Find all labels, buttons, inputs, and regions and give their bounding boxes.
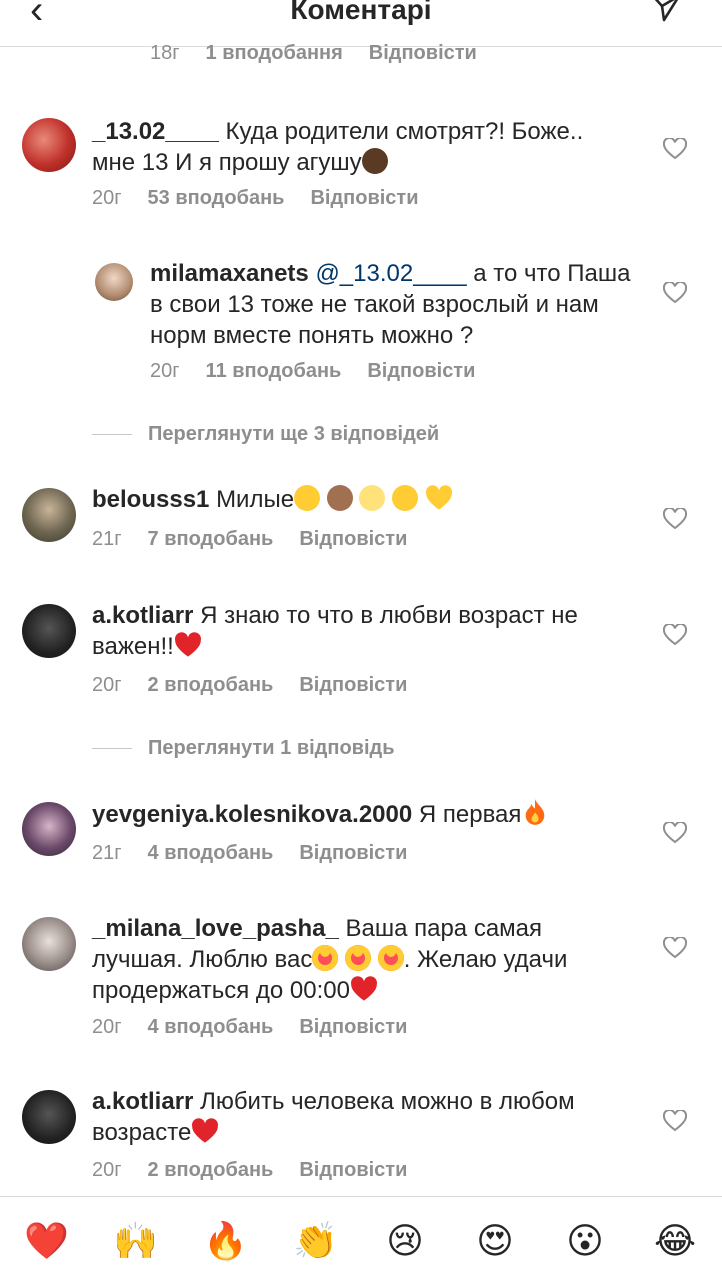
mention-link[interactable]: @_13.02____ <box>315 260 466 287</box>
page-title: Коментарі <box>290 0 432 25</box>
comment-username[interactable]: milamaxanets <box>150 260 309 287</box>
comment-meta: 18г 1 вподобання Відповісти <box>150 42 503 65</box>
comment-text: Я первая <box>418 801 522 828</box>
comment-username[interactable]: yevgeniya.kolesnikova.2000 <box>92 801 412 828</box>
avatar[interactable] <box>22 802 76 856</box>
avatar[interactable] <box>22 118 76 172</box>
yellow-heart-emoji-icon <box>425 485 452 510</box>
avatar[interactable] <box>22 917 76 971</box>
like-heart-icon[interactable] <box>663 508 687 530</box>
like-heart-icon[interactable] <box>663 1110 687 1132</box>
comment-time: 20г <box>92 1016 122 1038</box>
comment-username[interactable]: a.kotliarr <box>92 602 193 629</box>
reply-button[interactable]: Відповісти <box>299 528 407 550</box>
comment-meta: 21г 7 вподобань Відповісти <box>92 528 433 551</box>
reply-button[interactable]: Відповісти <box>299 1159 407 1181</box>
comment-time: 21г <box>92 528 122 550</box>
reaction-clap-icon[interactable]: 👏 <box>293 1219 338 1263</box>
comment-time: 20г <box>92 674 122 696</box>
view-more-replies-button[interactable]: Переглянути ще 3 відповідей <box>92 423 439 446</box>
reaction-laughing-icon[interactable]: 😂 <box>653 1219 697 1263</box>
comment-time: 18г <box>150 42 180 64</box>
like-heart-icon[interactable] <box>663 138 687 160</box>
send-icon[interactable] <box>650 0 682 24</box>
comment-meta: 20г 2 вподобань Відповісти <box>92 674 433 697</box>
divider-line <box>92 748 132 750</box>
comment-username[interactable]: _13.02____ <box>92 118 219 145</box>
reply-button[interactable]: Відповісти <box>369 42 477 64</box>
see-no-evil-monkey-emoji-icon <box>326 485 353 511</box>
comment-username[interactable]: _milana_love_pasha_ <box>92 915 339 942</box>
avatar[interactable] <box>95 263 133 301</box>
comment-time: 20г <box>150 360 180 382</box>
view-more-replies-button[interactable]: Переглянути 1 відповідь <box>92 737 395 760</box>
sloth-emoji-icon <box>361 148 388 174</box>
red-heart-emoji-icon <box>174 632 201 657</box>
reply-button[interactable]: Відповісти <box>299 674 407 696</box>
blushing-face-emoji-icon <box>359 485 386 511</box>
view-replies-label: Переглянути 1 відповідь <box>148 737 395 759</box>
like-heart-icon[interactable] <box>663 822 687 844</box>
avatar[interactable] <box>22 604 76 658</box>
reaction-surprised-icon[interactable]: 😮 <box>563 1219 607 1263</box>
comment-meta: 21г 4 вподобань Відповісти <box>92 842 433 865</box>
reply-button[interactable]: Відповісти <box>310 187 418 209</box>
like-heart-icon[interactable] <box>663 624 687 646</box>
comment-time: 21г <box>92 842 122 864</box>
quick-reactions-bar: ❤️ 🙌 🔥 👏 😢 😍 😮 😂 <box>0 1196 722 1281</box>
reply-button[interactable]: Відповісти <box>299 842 407 864</box>
comment-username[interactable]: belousss1 <box>92 486 209 513</box>
red-heart-emoji-icon <box>350 976 377 1001</box>
like-heart-icon[interactable] <box>663 937 687 959</box>
reaction-heart-eyes-icon[interactable]: 😍 <box>473 1219 517 1263</box>
comment-text: Милые <box>216 486 295 513</box>
halo-smile-emoji-icon <box>294 485 321 511</box>
comment-meta: 20г 11 вподобань Відповісти <box>150 360 501 383</box>
likes-count[interactable]: 2 вподобань <box>148 1159 274 1181</box>
avatar[interactable] <box>22 1090 76 1144</box>
comment-time: 20г <box>92 1159 122 1181</box>
avatar[interactable] <box>22 488 76 542</box>
reply-button[interactable]: Відповісти <box>299 1016 407 1038</box>
fire-emoji-icon <box>526 799 545 825</box>
comment-meta: 20г 4 вподобань Відповісти <box>92 1016 433 1039</box>
divider-line <box>92 434 132 436</box>
reaction-heart-icon[interactable]: ❤️ <box>24 1219 69 1263</box>
likes-count[interactable]: 1 вподобання <box>206 42 343 64</box>
heart-eyes-emoji-icon <box>345 945 372 971</box>
comment-time: 20г <box>92 187 122 209</box>
reaction-crying-icon[interactable]: 😢 <box>383 1219 427 1263</box>
header-bar: ‹ Коментарі <box>0 0 722 47</box>
likes-count[interactable]: 7 вподобань <box>148 528 274 550</box>
comment-username[interactable]: a.kotliarr <box>92 1088 193 1115</box>
red-heart-emoji-icon <box>192 1118 219 1143</box>
tongue-wink-emoji-icon <box>392 485 419 511</box>
reaction-fire-icon[interactable]: 🔥 <box>203 1219 248 1263</box>
heart-eyes-emoji-icon <box>377 945 404 971</box>
likes-count[interactable]: 2 вподобань <box>148 674 274 696</box>
reaction-raised-hands-icon[interactable]: 🙌 <box>113 1219 158 1263</box>
view-replies-label: Переглянути ще 3 відповідей <box>148 423 440 445</box>
likes-count[interactable]: 53 вподобань <box>148 187 285 209</box>
likes-count[interactable]: 11 вподобань <box>206 360 342 382</box>
like-heart-icon[interactable] <box>663 282 687 304</box>
likes-count[interactable]: 4 вподобань <box>148 1016 274 1038</box>
comment-meta: 20г 2 вподобань Відповісти <box>92 1159 433 1182</box>
likes-count[interactable]: 4 вподобань <box>148 842 274 864</box>
heart-eyes-emoji-icon <box>312 945 339 971</box>
comment-meta: 20г 53 вподобань Відповісти <box>92 187 445 210</box>
reply-button[interactable]: Відповісти <box>367 360 475 382</box>
